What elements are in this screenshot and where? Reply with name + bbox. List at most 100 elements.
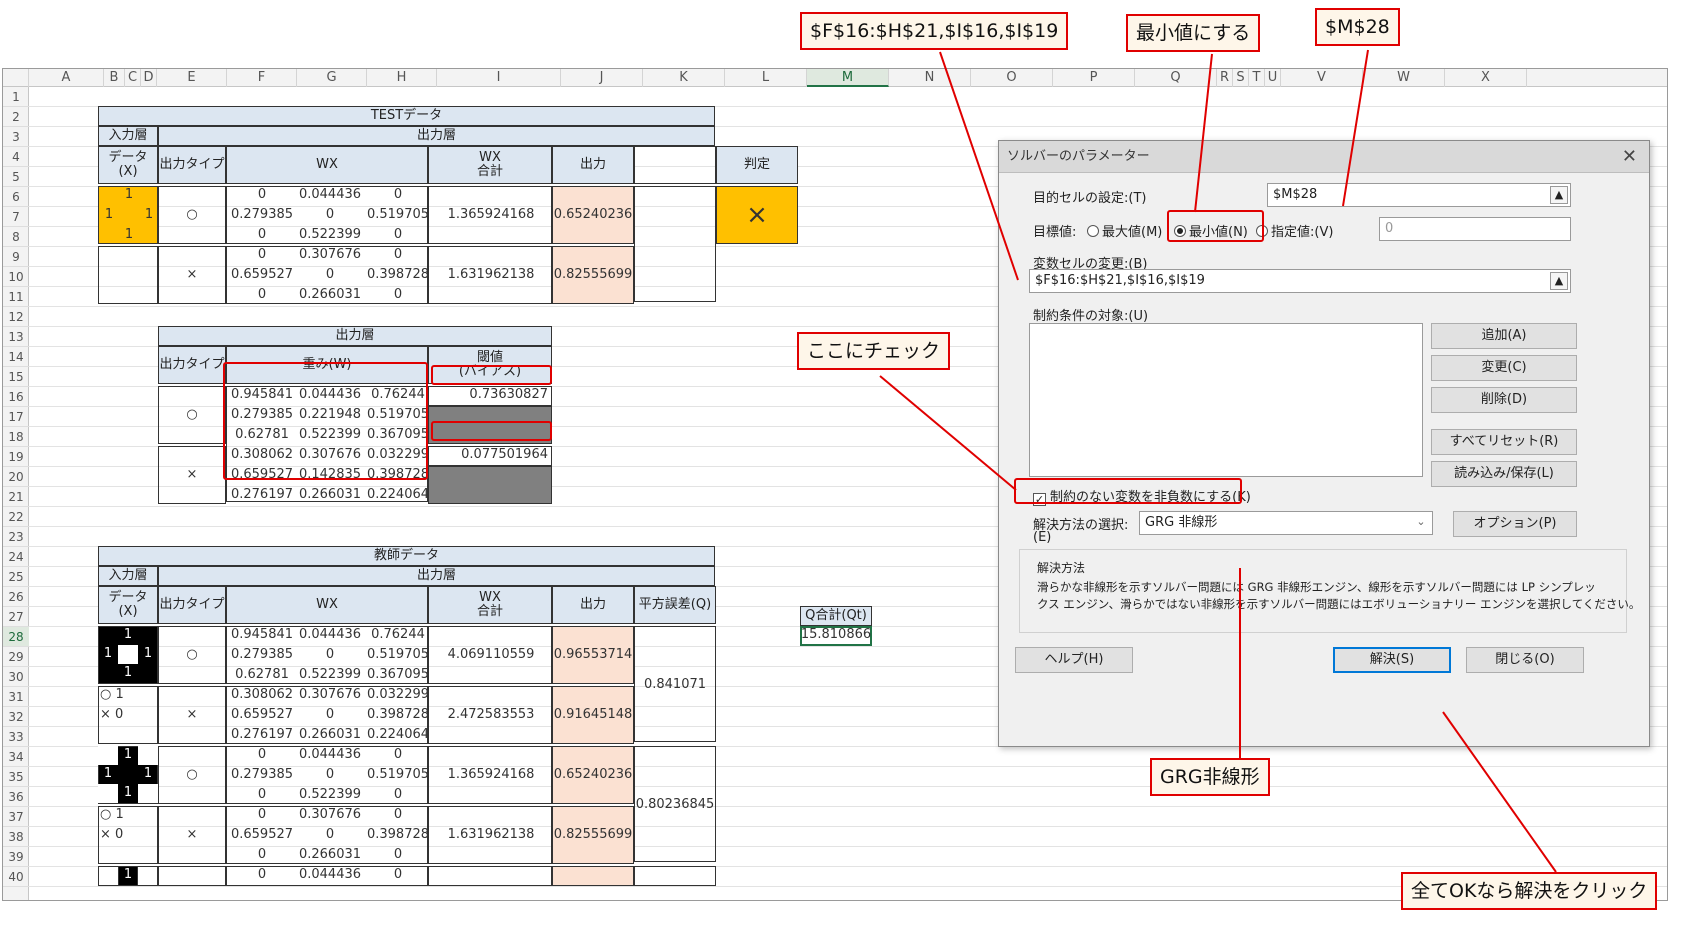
max-radio[interactable]: 最大値(M) (1087, 221, 1162, 240)
t-wx-o-cell[interactable]: 0.945841 (228, 626, 296, 644)
pattern-bit[interactable]: 1 (98, 645, 118, 663)
t-wx-x-cell[interactable]: 0 (296, 706, 364, 724)
row-header-33[interactable]: 33 (3, 727, 29, 747)
t-wx-x-cell[interactable]: 0.659527 (228, 706, 296, 724)
input-bit[interactable]: 1 (140, 206, 158, 224)
collapse-up-icon[interactable]: ▲ (1550, 186, 1568, 204)
wx-sum-o-value[interactable]: 1.365924168 (432, 206, 550, 224)
pattern-bit[interactable]: 1 (118, 866, 138, 884)
column-header-L[interactable]: L (725, 69, 807, 87)
column-header-K[interactable]: K (643, 69, 725, 87)
method-select[interactable]: GRG 非線形 ⌄ (1139, 511, 1433, 535)
column-header-Q[interactable]: Q (1135, 69, 1217, 87)
t-wx-x-cell[interactable]: 0 (364, 846, 432, 864)
t-wx-o-cell[interactable]: 0.044436 (296, 866, 364, 884)
wx-o-cell[interactable]: 0 (364, 186, 432, 204)
t-wx-o-cell[interactable]: 0.522399 (296, 666, 364, 684)
wx-x-cell[interactable]: 0.659527 (228, 266, 296, 284)
delete-button[interactable]: 削除(D) (1431, 387, 1577, 413)
column-header-A[interactable]: A (29, 69, 104, 87)
row-header-40[interactable]: 40 (3, 867, 29, 887)
output-x-value[interactable]: 0.82555699 (552, 266, 634, 284)
teacher-mark-x[interactable]: × 0 (100, 706, 156, 724)
t-wx-o-cell[interactable]: 0 (228, 746, 296, 764)
column-header-R[interactable]: R (1217, 69, 1233, 87)
column-header-H[interactable]: H (367, 69, 437, 87)
column-header-F[interactable]: F (227, 69, 297, 87)
circle-mark[interactable]: ○ (158, 206, 226, 224)
t-wx-x-cell[interactable]: 0.266031 (296, 726, 364, 744)
row-header-10[interactable]: 10 (3, 267, 29, 287)
t-out-o-value[interactable]: 0.65240236 (552, 766, 634, 784)
row-header-12[interactable]: 12 (3, 307, 29, 327)
row-header-27[interactable]: 27 (3, 607, 29, 627)
wx-x-cell[interactable]: 0 (296, 266, 364, 284)
column-header-V[interactable]: V (1281, 69, 1363, 87)
row-header-2[interactable]: 2 (3, 107, 29, 127)
t-wx-x-cell[interactable]: 0.308062 (228, 686, 296, 704)
t-wx-x-cell[interactable]: 0 (228, 846, 296, 864)
value-input[interactable]: 0 (1379, 217, 1571, 241)
t-q-value[interactable]: 0.841071 (634, 676, 716, 694)
t-out-x-value[interactable]: 0.82555699 (552, 826, 634, 844)
bias-x-value[interactable]: 0.077501964 (432, 446, 548, 464)
row-header-17[interactable]: 17 (3, 407, 29, 427)
row-header-19[interactable]: 19 (3, 447, 29, 467)
pattern-bit[interactable]: 1 (98, 765, 118, 783)
t-wx-o-cell[interactable]: 0.522399 (296, 786, 364, 804)
wx-x-cell[interactable]: 0 (364, 286, 432, 304)
t-wx-o-cell[interactable]: 0.044436 (296, 626, 364, 644)
pattern-bit[interactable]: 1 (138, 645, 158, 663)
value-radio[interactable]: 指定値:(V) (1256, 221, 1333, 240)
t-q-value[interactable]: 0.80236845 (634, 796, 716, 814)
circle-mark[interactable]: ○ (158, 646, 226, 664)
t-wx-x-cell[interactable]: 0.307676 (296, 806, 364, 824)
reset-all-button[interactable]: すべてリセット(R) (1431, 429, 1577, 455)
row-header-6[interactable]: 6 (3, 187, 29, 207)
wx-o-cell[interactable]: 0 (228, 226, 296, 244)
weight-x-cell[interactable]: 0.276197 (228, 486, 296, 504)
t-sum-x-value[interactable]: 2.472583553 (432, 706, 550, 724)
teacher-mark-o[interactable]: ○ 1 (100, 806, 156, 824)
output-o-value[interactable]: 0.65240236 (552, 206, 634, 224)
row-header-36[interactable]: 36 (3, 787, 29, 807)
help-button[interactable]: ヘルプ(H) (1015, 647, 1133, 673)
column-header-M[interactable]: M (807, 69, 889, 87)
chevron-down-icon[interactable]: ⌄ (1412, 514, 1430, 532)
column-header-W[interactable]: W (1363, 69, 1445, 87)
wx-o-cell[interactable]: 0 (296, 206, 364, 224)
row-header-30[interactable]: 30 (3, 667, 29, 687)
row-header-32[interactable]: 32 (3, 707, 29, 727)
row-header-14[interactable]: 14 (3, 347, 29, 367)
column-header-X[interactable]: X (1445, 69, 1527, 87)
solve-button[interactable]: 解決(S) (1333, 647, 1451, 673)
pattern-bit[interactable]: 1 (138, 765, 158, 783)
row-header-23[interactable]: 23 (3, 527, 29, 547)
input-bit[interactable]: 1 (120, 186, 138, 204)
row-header-18[interactable]: 18 (3, 427, 29, 447)
wx-o-cell[interactable]: 0 (364, 226, 432, 244)
pattern-bit[interactable]: 1 (118, 626, 138, 644)
row-header-22[interactable]: 22 (3, 507, 29, 527)
t-wx-x-cell[interactable]: 0.398728 (364, 826, 432, 844)
objective-input[interactable]: $M$28 ▲ (1267, 183, 1571, 207)
t-out-x-value[interactable]: 0.91645148 (552, 706, 634, 724)
column-header-G[interactable]: G (297, 69, 367, 87)
wx-x-cell[interactable]: 0.307676 (296, 246, 364, 264)
t-wx-x-cell[interactable]: 0.032299 (364, 686, 432, 704)
wx-x-cell[interactable]: 0 (228, 246, 296, 264)
pattern-bit[interactable]: 1 (118, 664, 138, 682)
row-header-8[interactable]: 8 (3, 227, 29, 247)
change-button[interactable]: 変更(C) (1431, 355, 1577, 381)
wx-o-cell[interactable]: 0.279385 (228, 206, 296, 224)
row-header-5[interactable]: 5 (3, 167, 29, 187)
weight-x-cell[interactable]: 0.224064 (364, 486, 432, 504)
collapse-up-icon[interactable]: ▲ (1550, 272, 1568, 290)
row-header-20[interactable]: 20 (3, 467, 29, 487)
column-header-S[interactable]: S (1233, 69, 1249, 87)
input-bit[interactable]: 1 (100, 206, 118, 224)
wx-x-cell[interactable]: 0 (228, 286, 296, 304)
t-sum-x-value[interactable]: 1.631962138 (432, 826, 550, 844)
row-header-1[interactable]: 1 (3, 87, 29, 107)
t-wx-x-cell[interactable]: 0.224064 (364, 726, 432, 744)
